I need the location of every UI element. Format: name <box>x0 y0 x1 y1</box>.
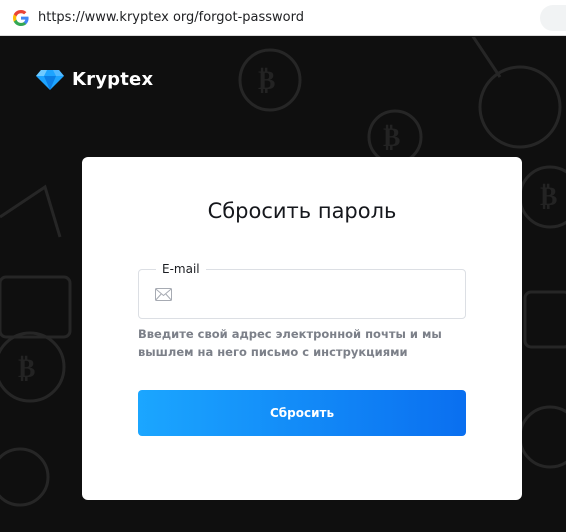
svg-text:₿: ₿ <box>258 66 275 96</box>
instructions-text: Введите свой адрес электронной почты и м… <box>138 327 442 359</box>
email-label: E-mail <box>156 262 206 276</box>
reset-button[interactable]: Сбросить <box>138 390 466 436</box>
url-text[interactable]: https://www.kryptex org/forgot-password <box>38 10 304 25</box>
svg-text:₿: ₿ <box>540 182 557 212</box>
page-title: Сбросить пароль <box>207 199 397 223</box>
svg-text:₿: ₿ <box>18 354 35 384</box>
brand-logo[interactable]: Kryptex <box>36 69 153 90</box>
brand-name: Kryptex <box>72 69 154 90</box>
email-field[interactable]: E-mail <box>138 262 466 319</box>
browser-address-bar[interactable]: https://www.kryptex org/forgot-password <box>0 0 566 36</box>
envelope-icon <box>155 288 172 301</box>
email-input[interactable] <box>181 280 451 310</box>
svg-text:₿: ₿ <box>383 123 400 153</box>
reset-password-card: Сбросить пароль E-mail Введите свой адре… <box>82 157 522 500</box>
address-bar-edge <box>540 5 566 31</box>
diamond-icon <box>36 69 64 90</box>
google-g-icon <box>13 10 29 26</box>
